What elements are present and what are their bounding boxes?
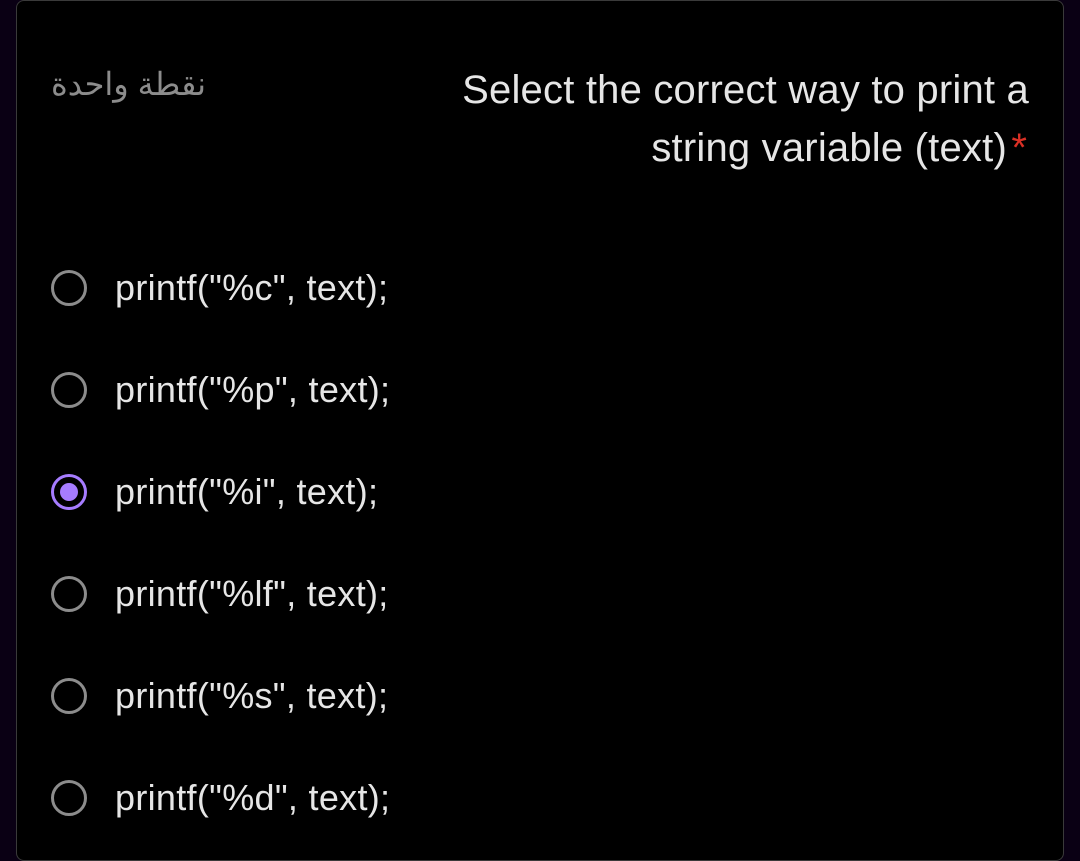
radio-button[interactable] xyxy=(51,576,87,612)
radio-button[interactable] xyxy=(51,780,87,816)
required-indicator: * xyxy=(1011,126,1027,170)
question-text-line2: string variable (text) xyxy=(651,126,1007,170)
option-row[interactable]: printf("%d", text); xyxy=(51,777,1029,819)
radio-button[interactable] xyxy=(51,372,87,408)
question-header: نقطة واحدة Select the correct way to pri… xyxy=(51,61,1029,177)
points-label: نقطة واحدة xyxy=(51,61,206,103)
option-label: printf("%i", text); xyxy=(115,471,378,513)
question-text-line1: Select the correct way to print a xyxy=(462,68,1029,112)
option-row[interactable]: printf("%i", text); xyxy=(51,471,1029,513)
option-row[interactable]: printf("%p", text); xyxy=(51,369,1029,411)
radio-button-selected[interactable] xyxy=(51,474,87,510)
option-label: printf("%d", text); xyxy=(115,777,390,819)
radio-button[interactable] xyxy=(51,678,87,714)
question-text-wrap: Select the correct way to print a * stri… xyxy=(246,61,1029,177)
option-label: printf("%c", text); xyxy=(115,267,388,309)
question-card: نقطة واحدة Select the correct way to pri… xyxy=(16,0,1064,861)
radio-button[interactable] xyxy=(51,270,87,306)
option-row[interactable]: printf("%s", text); xyxy=(51,675,1029,717)
option-row[interactable]: printf("%lf", text); xyxy=(51,573,1029,615)
option-label: printf("%lf", text); xyxy=(115,573,389,615)
option-row[interactable]: printf("%c", text); xyxy=(51,267,1029,309)
option-label: printf("%p", text); xyxy=(115,369,390,411)
option-label: printf("%s", text); xyxy=(115,675,388,717)
options-list: printf("%c", text); printf("%p", text); … xyxy=(51,267,1029,819)
